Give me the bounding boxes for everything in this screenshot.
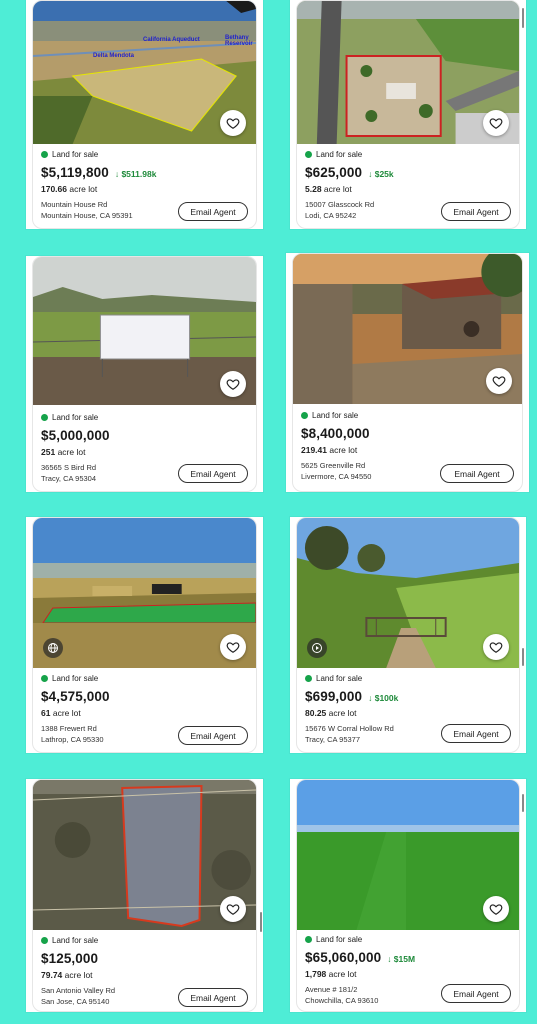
heart-icon [226, 642, 240, 653]
heart-icon [489, 118, 503, 129]
status-dot-icon [41, 675, 48, 682]
status-badge: Land for sale [41, 413, 248, 422]
listing-card-7[interactable]: Land for sale $125,000 79.74 acre lot Sa… [26, 779, 263, 1012]
heart-icon [226, 379, 240, 390]
status-dot-icon [41, 937, 48, 944]
lot-size: 5.28 acre lot [305, 184, 352, 194]
email-agent-button[interactable]: Email Agent [441, 202, 511, 221]
listing-photo[interactable] [33, 780, 256, 930]
listing-photo[interactable] [297, 1, 519, 144]
heart-icon [226, 118, 240, 129]
lot-size: 80.25 acre lot [305, 708, 357, 718]
listing-photo[interactable] [297, 780, 519, 930]
scrollbar[interactable] [260, 912, 262, 932]
status-badge: Land for sale [41, 674, 248, 683]
email-agent-button[interactable]: Email Agent [441, 724, 511, 743]
scrollbar[interactable] [522, 648, 524, 666]
listing-card-6[interactable]: Land for sale $699,000 ↓ $100k 80.25 acre… [290, 517, 526, 753]
favorite-button[interactable] [220, 896, 246, 922]
email-agent-button[interactable]: Email Agent [178, 988, 248, 1007]
price-drop: ↓ $100k [368, 693, 399, 703]
lot-size: 79.74 acre lot [41, 970, 93, 980]
status-badge: Land for sale [41, 150, 248, 159]
heart-icon [492, 376, 506, 387]
price-drop: ↓ $25k [368, 169, 394, 179]
price: $625,000 [305, 165, 363, 180]
status-dot-icon [301, 412, 308, 419]
email-agent-button[interactable]: Email Agent [178, 464, 248, 483]
status-badge: Land for sale [41, 936, 248, 945]
heart-icon [489, 904, 503, 915]
email-agent-button[interactable]: Email Agent [178, 726, 248, 745]
favorite-button[interactable] [483, 896, 509, 922]
favorite-button[interactable] [483, 634, 509, 660]
photo-label: Delta Mendota [93, 53, 135, 59]
listing-card-3[interactable]: Land for sale $5,000,000 251 acre lot 36… [26, 256, 263, 492]
scrollbar[interactable] [522, 8, 524, 28]
listing-card-2[interactable]: Land for sale $625,000 ↓ $25k 5.28 acre l… [290, 0, 526, 229]
lot-size: 61 acre lot [41, 708, 81, 718]
globe-icon[interactable] [43, 638, 63, 658]
favorite-button[interactable] [483, 110, 509, 136]
lot-size: 251 acre lot [41, 447, 86, 457]
price: $65,060,000 [305, 950, 382, 965]
listing-photo[interactable] [33, 518, 256, 668]
heart-icon [226, 904, 240, 915]
favorite-button[interactable] [486, 368, 512, 394]
price: $699,000 [305, 689, 363, 704]
email-agent-button[interactable]: Email Agent [178, 202, 248, 221]
photo-label: California Aqueduct [143, 37, 200, 43]
email-agent-button[interactable]: Email Agent [440, 464, 514, 483]
price: $125,000 [41, 951, 99, 966]
lot-size: 1,798 acre lot [305, 969, 357, 979]
status-dot-icon [305, 936, 312, 943]
status-dot-icon [305, 675, 312, 682]
listing-photo[interactable]: California Aqueduct Bethany Reservoir De… [33, 1, 256, 144]
heart-icon [489, 642, 503, 653]
status-badge: Land for sale [301, 411, 514, 420]
price-drop: ↓ $15M [387, 954, 416, 964]
status-badge: Land for sale [305, 674, 511, 683]
listing-card-8[interactable]: Land for sale $65,060,000 ↓ $15M 1,798 ac… [290, 779, 526, 1012]
favorite-button[interactable] [220, 634, 246, 660]
status-badge: Land for sale [305, 935, 511, 944]
status-dot-icon [305, 151, 312, 158]
email-agent-button[interactable]: Email Agent [441, 984, 511, 1003]
lot-size: 219.41 acre lot [301, 445, 358, 455]
price: $5,119,800 [41, 165, 109, 180]
favorite-button[interactable] [220, 110, 246, 136]
price: $5,000,000 [41, 428, 110, 443]
price: $8,400,000 [301, 426, 370, 441]
play-icon[interactable] [307, 638, 327, 658]
listing-photo[interactable] [293, 254, 522, 404]
listing-card-4[interactable]: Land for sale $8,400,000 219.41 acre lot… [286, 253, 529, 492]
scrollbar[interactable] [522, 794, 524, 812]
status-badge: Land for sale [305, 150, 511, 159]
favorite-button[interactable] [220, 371, 246, 397]
listing-card-1[interactable]: California Aqueduct Bethany Reservoir De… [26, 0, 263, 229]
status-dot-icon [41, 414, 48, 421]
listing-photo[interactable] [33, 257, 256, 405]
listing-photo[interactable] [297, 518, 519, 668]
status-dot-icon [41, 151, 48, 158]
lot-size: 170.66 acre lot [41, 184, 98, 194]
listing-card-5[interactable]: Land for sale $4,575,000 61 acre lot 138… [26, 517, 263, 753]
price: $4,575,000 [41, 689, 110, 704]
photo-label: Bethany Reservoir [225, 35, 253, 47]
price-drop: ↓ $511.98k [114, 169, 157, 179]
